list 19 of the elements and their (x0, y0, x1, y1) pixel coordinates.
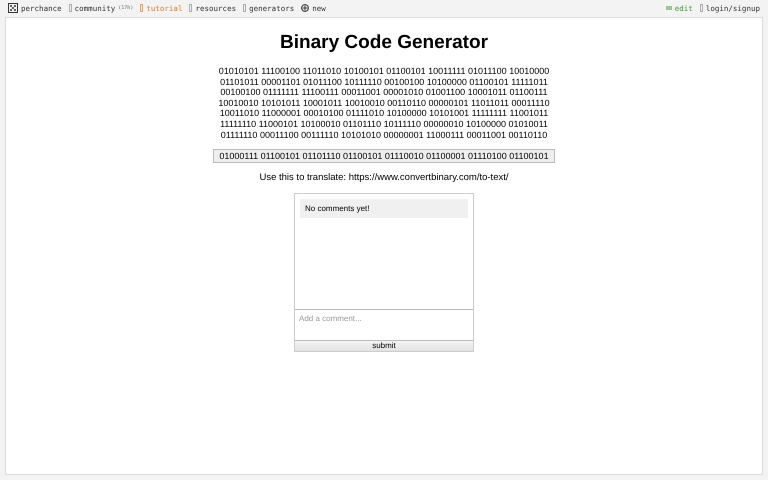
binary-line: 00100100 01111111 11100111 00011001 00001010 01001100 10001011 01100111 (220, 87, 548, 98)
dice-icon (8, 3, 18, 13)
plus-circle-icon (301, 4, 310, 12)
answer-button[interactable]: 01000111 01100101 01101110 01100101 01110010 01100001 01110100 01100101 (213, 149, 555, 164)
binary-line: 01111110 00011100 00111110 10101010 00000001 11000111 00011001 00110110 (220, 130, 548, 140)
binary-line: 10011010 11000001 00010100 01111010 10100000 10101001 11111111 11001011 (220, 108, 548, 119)
submit-button[interactable]: submit (295, 340, 473, 352)
placeholder-glyph-icon (700, 4, 703, 12)
binary-line: 01101011 00001101 01011100 10111110 00100100 10100000 01100101 11111011 (220, 76, 548, 88)
no-comments-message: No comments yet! (300, 199, 468, 218)
placeholder-glyph-icon (189, 4, 192, 12)
placeholder-glyph-icon (243, 4, 246, 12)
translate-note: Use this to translate: https://www.convertbinary.com/to-text/ (259, 172, 509, 184)
placeholder-glyph-icon (140, 4, 144, 12)
binary-line: 01010101 11100100 11011010 10100101 01100101 10011111 01011100 10010000 (218, 66, 550, 77)
binary-line: 10010010 10101011 10001011 10010010 00110110 00000101 11011011 00011110 (218, 98, 550, 108)
placeholder-glyph-icon (68, 4, 72, 12)
page-title: Binary Code Generator (280, 32, 488, 54)
binary-line: 11111110 11000101 10100010 01101110 10111110 00000010 10100000 01010011 (220, 118, 548, 130)
